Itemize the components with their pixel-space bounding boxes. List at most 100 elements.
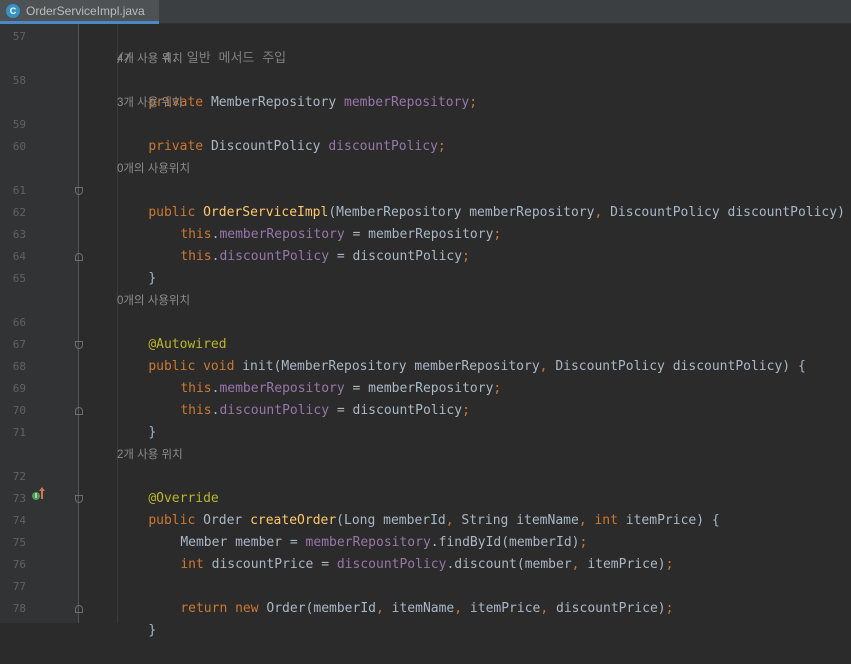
assignment: = discountPolicy — [329, 403, 463, 418]
usage-hint[interactable]: 0개의 사용위치 — [117, 158, 190, 180]
semicolon: ; — [437, 139, 446, 154]
fold-close-icon[interactable] — [75, 605, 83, 613]
code-line-72[interactable]: @Override — [117, 466, 218, 506]
line-number: 69 — [12, 382, 26, 395]
closing-brace: } — [148, 623, 157, 638]
argument: itemName — [391, 601, 455, 616]
usage-hint[interactable]: 4개 사용 위치 — [117, 48, 183, 70]
fold-open-icon[interactable] — [75, 495, 83, 503]
method-call: .discount(member — [446, 557, 572, 572]
usage-hint[interactable]: 2개 사용 위치 — [117, 444, 183, 466]
tab-label: OrderServiceImpl.java — [26, 3, 145, 18]
tab-order-service-impl[interactable]: C OrderServiceImpl.java — [0, 0, 159, 24]
implements-method-icon[interactable]: I — [32, 492, 40, 500]
code-line-61[interactable]: public OrderServiceImpl(MemberRepository… — [117, 180, 851, 220]
field-name: memberRepository — [344, 95, 470, 110]
comma: , — [454, 601, 470, 616]
semicolon: ; — [665, 557, 674, 572]
argument: discountPrice) — [556, 601, 666, 616]
editor-tab-bar: C OrderServiceImpl.java — [0, 0, 851, 24]
constructor-call: Order(memberId — [266, 601, 376, 616]
closing-brace: } — [148, 425, 157, 440]
params: itemPrice) { — [625, 513, 720, 528]
line-number: 57 — [12, 30, 26, 43]
fold-open-icon[interactable] — [75, 187, 83, 195]
code-editor[interactable]: 57 58 59 60 61 62 63 64 65 66 67 68 69 7… — [0, 24, 851, 638]
line-number: 75 — [12, 536, 26, 549]
semicolon: ; — [462, 403, 470, 418]
field-name: discountPolicy — [336, 557, 447, 572]
keyword: private — [148, 139, 211, 154]
fold-close-icon[interactable] — [75, 253, 83, 261]
argument: itemPrice — [469, 601, 541, 616]
override-arrow-icon[interactable] — [39, 487, 45, 499]
field-name: discountPolicy — [219, 249, 330, 264]
code-line-63[interactable]: this.discountPolicy = discountPolicy; — [149, 224, 470, 264]
comma: , — [539, 359, 556, 374]
code-line-66[interactable]: @Autowired — [117, 312, 226, 352]
code-line-78[interactable]: } — [117, 598, 156, 638]
line-number-gutter[interactable]: 57 58 59 60 61 62 63 64 65 66 67 68 69 7… — [0, 24, 79, 623]
line-number: 59 — [12, 118, 26, 131]
keyword: int — [594, 513, 626, 528]
usage-hint[interactable]: 0개의 사용위치 — [117, 290, 190, 312]
code-line-58[interactable]: private MemberRepository memberRepositor… — [117, 70, 477, 110]
code-line-67[interactable]: public void init(MemberRepository member… — [117, 334, 805, 374]
line-number: 71 — [12, 426, 26, 439]
type-name: DiscountPolicy — [210, 139, 329, 154]
semicolon: ; — [469, 95, 478, 110]
line-number: 58 — [12, 74, 26, 87]
code-line-59[interactable]: private DiscountPolicy discountPolicy; — [117, 114, 445, 154]
line-number: 62 — [12, 206, 26, 219]
assignment: = discountPolicy — [329, 249, 463, 264]
code-line-74[interactable]: Member member = memberRepository.findByI… — [149, 510, 587, 550]
comma: , — [375, 601, 392, 616]
java-class-icon: C — [6, 3, 20, 18]
line-number: 70 — [12, 404, 26, 417]
code-line-64[interactable]: } — [117, 246, 156, 286]
type-name: MemberRepository — [210, 95, 344, 110]
keyword: return new — [180, 601, 267, 616]
code-line-75[interactable]: int discountPrice = discountPolicy.disco… — [149, 532, 673, 572]
line-number: 64 — [12, 250, 26, 263]
code-line-77[interactable]: return new Order(memberId, itemName, ite… — [149, 576, 673, 616]
line-number: 78 — [12, 602, 26, 615]
usage-hint[interactable]: 3개 사용 위치 — [117, 92, 183, 114]
comma: , — [594, 205, 611, 220]
statement: discountPrice = — [211, 557, 337, 572]
fold-close-icon[interactable] — [75, 407, 83, 415]
field-name: discountPolicy — [219, 403, 330, 418]
comma: , — [571, 557, 588, 572]
line-number: 63 — [12, 228, 26, 241]
keyword: this — [180, 249, 212, 264]
code-line-69[interactable]: this.discountPolicy = discountPolicy; — [149, 378, 470, 418]
line-number: 67 — [12, 338, 26, 351]
code-line-68[interactable]: this.memberRepository = memberRepository… — [149, 356, 501, 396]
closing-brace: } — [148, 271, 157, 286]
keyword: this — [180, 403, 212, 418]
semicolon: ; — [493, 227, 502, 242]
code-line-73[interactable]: public Order createOrder(Long memberId, … — [117, 488, 719, 528]
fold-open-icon[interactable] — [75, 341, 83, 349]
line-number: 74 — [12, 514, 26, 527]
semicolon: ; — [665, 601, 674, 616]
line-number: 73 — [12, 492, 26, 505]
comma: , — [540, 601, 557, 616]
code-line-62[interactable]: this.memberRepository = memberRepository… — [149, 202, 501, 242]
line-number: 66 — [12, 316, 26, 329]
line-number: 68 — [12, 360, 26, 373]
line-number: 76 — [12, 558, 26, 571]
line-number: 77 — [12, 580, 26, 593]
semicolon: ; — [493, 381, 502, 396]
params: DiscountPolicy discountPolicy) { — [610, 205, 851, 220]
line-number: 60 — [12, 140, 26, 153]
keyword: int — [180, 557, 212, 572]
line-number: 72 — [12, 470, 26, 483]
code-line-57[interactable]: // 4. 일반 메서드 주입 — [85, 26, 286, 66]
line-number: 61 — [12, 184, 26, 197]
field-name: discountPolicy — [328, 139, 438, 154]
params: DiscountPolicy discountPolicy) { — [555, 359, 806, 374]
method-call: itemPrice) — [587, 557, 666, 572]
code-line-70[interactable]: } — [117, 400, 156, 440]
line-number: 65 — [12, 272, 26, 285]
